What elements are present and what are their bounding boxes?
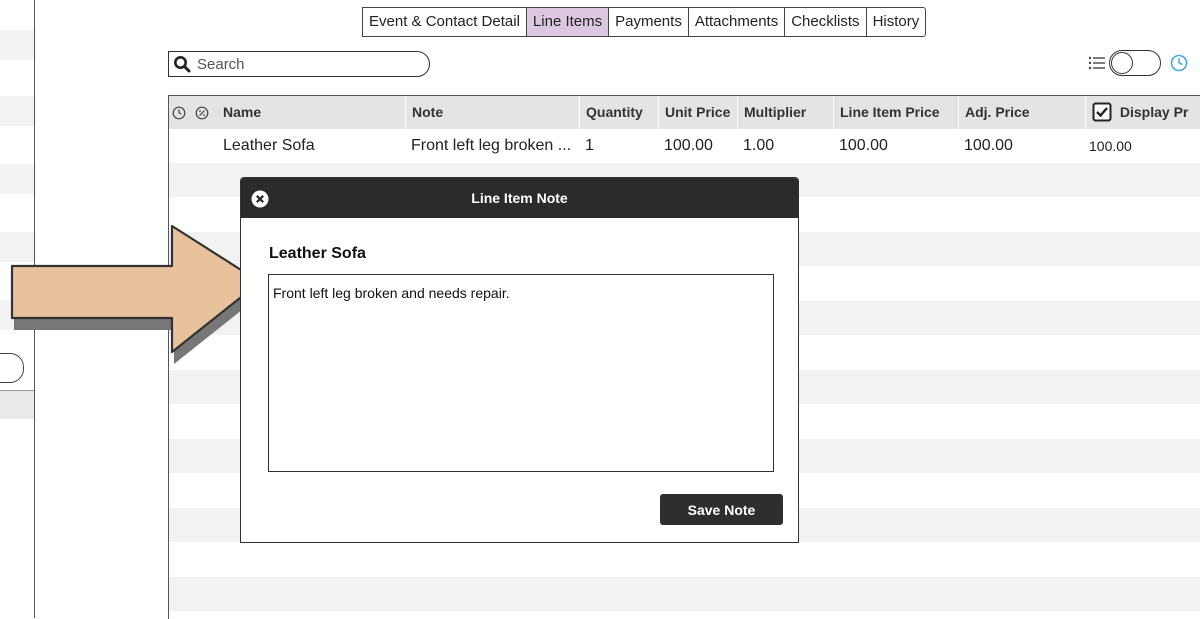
table-row-empty xyxy=(169,542,1200,576)
cell-display-price[interactable]: 100.00 xyxy=(1081,129,1200,163)
modal-item-name: Leather Sofa xyxy=(269,245,366,262)
clock-icon[interactable] xyxy=(1170,54,1188,72)
left-panel-stripe xyxy=(0,96,34,126)
close-icon[interactable] xyxy=(251,190,269,208)
column-header-line-item-price[interactable]: Line Item Price xyxy=(833,96,958,129)
cell-unit-price[interactable]: 100.00 xyxy=(658,129,737,163)
left-panel-stripe xyxy=(0,30,34,60)
table-row-empty xyxy=(169,577,1200,611)
tab-line-items[interactable]: Line Items xyxy=(525,8,609,36)
tab-payments[interactable]: Payments xyxy=(608,8,688,36)
tab-event-contact-detail[interactable]: Event & Contact Detail xyxy=(363,8,526,36)
cell-note[interactable]: Front left leg broken ... xyxy=(405,129,579,163)
search-box xyxy=(168,51,430,77)
view-toggle[interactable] xyxy=(1109,50,1161,76)
tag-icon xyxy=(195,106,209,120)
header-tag-cell[interactable] xyxy=(191,96,215,129)
header-clock-cell[interactable] xyxy=(169,96,191,129)
cell-line-item-price[interactable]: 100.00 xyxy=(833,129,958,163)
tab-history[interactable]: History xyxy=(865,8,926,36)
column-header-display-price[interactable]: Display Pr xyxy=(1085,96,1200,129)
cell-quantity[interactable]: 1 xyxy=(579,129,658,163)
cell-multiplier[interactable]: 1.00 xyxy=(737,129,833,163)
modal-title: Line Item Note xyxy=(471,190,568,206)
line-item-note-modal: Line Item Note Leather Sofa Front left l… xyxy=(240,177,799,543)
column-header-name[interactable]: Name xyxy=(217,96,405,129)
note-textarea[interactable]: Front left leg broken and needs repair. xyxy=(268,274,774,472)
tab-checklists[interactable]: Checklists xyxy=(784,8,865,36)
cell-name[interactable]: Leather Sofa xyxy=(217,129,405,163)
tab-attachments[interactable]: Attachments xyxy=(687,8,784,36)
checkbox-checked-icon[interactable] xyxy=(1092,102,1112,122)
column-header-unit-price[interactable]: Unit Price xyxy=(658,96,737,129)
left-panel-shade xyxy=(0,391,34,419)
search-input[interactable] xyxy=(195,54,399,74)
cell-adj-price[interactable]: 100.00 xyxy=(958,129,1085,163)
list-view-icon[interactable] xyxy=(1087,53,1107,73)
column-header-note[interactable]: Note xyxy=(405,96,579,129)
toggle-knob xyxy=(1111,52,1133,74)
search-icon xyxy=(169,52,195,76)
callout-arrow-icon xyxy=(10,224,262,364)
column-header-quantity[interactable]: Quantity xyxy=(579,96,658,129)
left-panel-stripe xyxy=(0,164,34,194)
column-header-adj-price[interactable]: Adj. Price xyxy=(958,96,1085,129)
clock-icon xyxy=(172,106,186,120)
save-note-button[interactable]: Save Note xyxy=(660,494,783,525)
display-price-label: Display Pr xyxy=(1119,104,1189,120)
tab-bar: Event & Contact Detail Line Items Paymen… xyxy=(362,7,927,37)
column-header-multiplier[interactable]: Multiplier xyxy=(737,96,833,129)
